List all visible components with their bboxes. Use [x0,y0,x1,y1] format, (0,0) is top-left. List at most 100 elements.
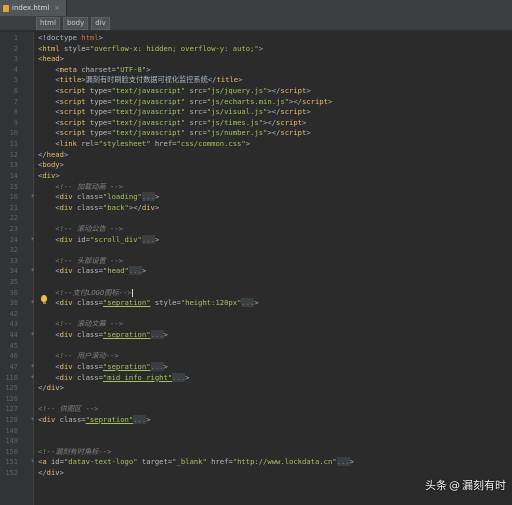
html-file-icon [3,4,9,12]
code-token: "text/javascript" [111,128,186,138]
code-line[interactable]: 33 <!-- 头部设置 --> [0,256,512,267]
code-line[interactable]: 14 <div> [0,171,512,182]
code-token: > [254,298,259,308]
breadcrumb-body[interactable]: body [62,16,89,30]
code-line[interactable]: 32 [0,245,512,256]
code-line[interactable]: 36 <!--支付LOGO图标--> [0,288,512,299]
code-line[interactable]: 4 <meta charset="UTF-8"> [0,65,512,76]
code-line[interactable]: 12 </head> [0,150,512,161]
fold-toggle-icon[interactable]: + [30,192,35,203]
fold-toggle-icon[interactable]: + [30,415,35,426]
code-line[interactable]: 127 <!-- 供图区 --> [0,404,512,415]
code-text: <script type="text/javascript" src="js/j… [38,86,311,97]
watermark: 头条 @ 漏刻有时 [425,477,506,493]
code-line[interactable]: 150 <!--漏刻有时角标--> [0,447,512,458]
code-text: <script type="text/javascript" src="js/n… [38,128,310,139]
fold-toggle-icon[interactable]: + [30,235,35,246]
code-token: "js/number.js" [206,128,268,138]
breadcrumb-div[interactable]: div [91,16,110,30]
code-token[interactable]: ... [172,372,186,382]
code-token[interactable]: ... [141,234,155,244]
code-line[interactable]: 1 <!doctype html> [0,33,512,44]
code-text: <div class="sepration"...> [38,361,168,373]
code-line[interactable]: 24 + <div id="scroll_div"...> [0,234,512,246]
fold-toggle-icon[interactable]: + [30,266,35,277]
code-token: > [98,33,103,42]
code-line[interactable]: 42 [0,309,512,320]
code-text: <div class="mid_info_right"...> [38,372,189,384]
code-line[interactable]: 148 [0,426,512,437]
fold-toggle-icon[interactable]: + [30,330,35,341]
code-line[interactable]: 46 <!-- 用户滚动--> [0,351,512,362]
code-line[interactable]: 43 <!-- 滚动文幕 --> [0,319,512,330]
code-line[interactable]: 7 <script type="text/javascript" src="js… [0,97,512,108]
fold-toggle-icon[interactable]: + [30,298,35,309]
code-token: class= [72,372,103,382]
code-token: div [59,266,73,276]
lightbulb-icon[interactable] [41,295,47,304]
code-line[interactable]: 149 [0,436,512,447]
code-token: > [306,86,311,96]
code-line[interactable]: 151 + <a id="datav-text-logo" target="_bla… [0,457,512,468]
breadcrumb-html[interactable]: html [36,16,60,30]
fold-toggle-icon[interactable]: + [30,373,35,384]
code-line[interactable]: 35 [0,277,512,288]
code-token: href= [150,139,177,149]
code-line[interactable]: 11 <link rel="stylesheet" href="css/comm… [0,139,512,150]
code-line[interactable]: 22 [0,213,512,224]
code-text: <head> [38,54,64,65]
line-number: 11 [9,140,18,149]
fold-toggle-icon[interactable]: + [30,457,35,468]
code-line[interactable]: 118 + <div class="mid_info_right"...> [0,372,512,384]
code-editor[interactable]: 1 <!doctype html> 2 <html style="overflow-x… [0,33,512,479]
code-token: ></ [289,96,302,106]
code-line[interactable]: 2 <html style="overflow-x: hidden; overfl… [0,44,512,55]
code-line[interactable]: 128 + <div class="sepration"...> [0,414,512,426]
line-number: 13 [9,161,18,170]
code-line[interactable]: 3 <head> [0,54,512,65]
code-token[interactable]: ... [150,330,164,340]
code-line[interactable]: 126 [0,394,512,405]
code-token: > [141,266,147,276]
code-token[interactable]: ... [336,457,350,467]
file-tab[interactable]: index.html × [0,0,68,16]
code-token: class= [72,361,103,371]
code-token: script [280,107,307,117]
close-tab-icon[interactable]: × [54,4,60,12]
code-line[interactable]: 38 + <div class="sepration" style="height… [0,298,512,309]
watermark-at: @ [449,478,460,492]
code-line[interactable]: 8 <script type="text/javascript" src="js… [0,107,512,118]
code-token[interactable]: ... [241,298,255,308]
line-number: 35 [9,278,18,287]
code-token: >漏刻有时刷脸支付数据可视化监控系统</ [81,75,217,85]
code-line[interactable]: 44 + <div class="sepration"...> [0,330,512,341]
code-line[interactable]: 45 [0,341,512,352]
code-token: <!-- 加载动画 --> [38,181,124,191]
code-token: > [245,139,251,149]
code-token: <!-- 供图区 --> [38,404,99,414]
code-line[interactable]: 15 <!-- 加载动画 --> [0,182,512,193]
code-token[interactable]: ... [133,414,147,424]
code-token: src= [185,128,207,138]
code-token[interactable]: ... [128,266,142,276]
line-number: 126 [5,394,18,403]
code-line[interactable]: 16 + <div class="loading"...> [0,192,512,203]
code-line[interactable]: 47 + <div class="sepration"...> [0,361,512,373]
code-token: class= [72,266,103,276]
code-token: head [42,54,60,64]
code-line[interactable]: 23 <!-- 滚动公告 --> [0,224,512,235]
fold-toggle-icon[interactable]: + [30,362,35,373]
code-line[interactable]: 34 + <div class="head"...> [0,266,512,277]
code-line[interactable]: 9 <script type="text/javascript" src="js… [0,118,512,129]
code-line[interactable]: 13 <body> [0,160,512,171]
code-line[interactable]: 5 <title>漏刻有时刷脸支付数据可视化监控系统</title> [0,75,512,86]
code-line[interactable]: 125 </div> [0,383,512,394]
code-token[interactable]: ... [141,192,155,202]
code-token: > [163,330,168,340]
code-text: <title>漏刻有时刷脸支付数据可视化监控系统</title> [38,75,242,86]
code-line[interactable]: 21 <div class="back"></div> [0,203,512,214]
code-line[interactable]: 6 <script type="text/javascript" src="js… [0,86,512,97]
code-token[interactable]: ... [150,361,164,371]
code-line[interactable]: 10 <script type="text/javascript" src="j… [0,128,512,139]
code-token: div [59,202,73,212]
